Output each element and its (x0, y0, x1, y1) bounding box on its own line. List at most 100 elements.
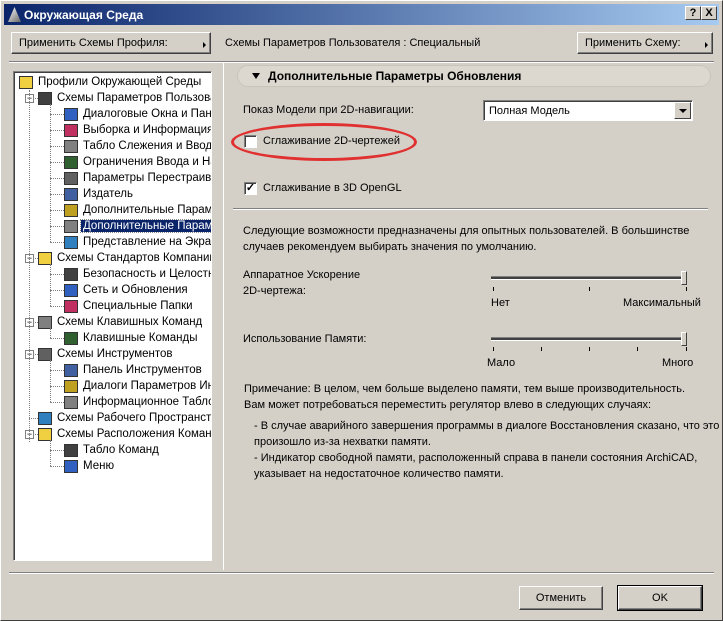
tree-connector (50, 226, 64, 227)
memory-note: Примечание: В целом, чем больше выделено… (244, 381, 719, 482)
environment-dialog: Окружающая Среда ? X Применить Схемы Про… (0, 0, 723, 621)
apply-scheme-button[interactable]: Применить Схему: (577, 32, 713, 54)
tree-item[interactable]: Представление на Экране (64, 234, 211, 250)
tree-item[interactable]: Клавишные Команды (64, 330, 200, 346)
tree-item-icon (64, 203, 78, 217)
tree-connector (50, 360, 51, 402)
tree-item[interactable]: Схемы Инструментов (38, 346, 175, 362)
apply-profile-label: Применить Схемы Профиля: (19, 37, 168, 49)
tree-item[interactable]: Табло Слежения и Ввод Ко (64, 138, 211, 154)
help-button[interactable]: ? (685, 6, 701, 20)
hw-accel-max-label: Максимальный (623, 297, 701, 309)
chevron-down-icon (678, 108, 687, 113)
tree-item[interactable]: Схемы Расположения Команд (38, 426, 211, 442)
tree-item[interactable]: Специальные Папки (64, 298, 195, 314)
tree-item-icon (64, 363, 78, 377)
model-display-select[interactable]: Полная Модель (483, 100, 693, 121)
tree-item-icon (64, 267, 78, 281)
hw-accel-label-line1: Аппаратное Ускорение (243, 269, 361, 281)
tree-item[interactable]: Безопасность и Целостнос (64, 266, 211, 282)
tree-connector (50, 306, 64, 307)
divider (9, 572, 714, 574)
tree-item-icon (64, 331, 78, 345)
tree-item[interactable]: Схемы Параметров Пользоват (38, 90, 211, 106)
tree-connector (50, 242, 64, 243)
tree-item[interactable]: Панель Инструментов (64, 362, 204, 378)
tree-item[interactable]: Дополнительные Параметр (64, 202, 211, 218)
cancel-button[interactable]: Отменить (519, 586, 603, 610)
tree-item-label: Ограничения Ввода и Напр (83, 156, 211, 168)
settings-tree[interactable]: Профили Окружающей Среды Схемы Параметров… (13, 71, 212, 561)
slider-tick (686, 287, 687, 291)
tree-item[interactable]: Схемы Стандартов Компании (38, 250, 212, 266)
note-line2: Вам может потребоваться переместить регу… (244, 399, 652, 411)
slider-tick (493, 287, 494, 291)
slider-tick (541, 347, 542, 351)
hw-accel-min-label: Нет (491, 297, 510, 309)
tree-item-label: Панель Инструментов (83, 364, 202, 376)
tree-item[interactable]: Табло Команд (64, 442, 161, 458)
tree-connector (50, 440, 51, 466)
ok-button[interactable]: OK (617, 585, 703, 611)
tree-item-icon (38, 91, 52, 105)
slider-tick (589, 287, 590, 291)
tree-connector (29, 90, 30, 442)
submenu-arrow-icon (705, 42, 708, 48)
memory-min-label: Мало (487, 357, 516, 369)
tree-item-icon (64, 299, 78, 313)
tree-item-icon (64, 123, 78, 137)
tree-item-label: Схемы Стандартов Компании (57, 252, 212, 264)
tree-item[interactable]: Дополнительные Параметр (64, 218, 211, 234)
tree-connector (50, 264, 51, 306)
model-display-label: Показ Модели при 2D-навигации: (243, 104, 414, 116)
hw-accel-slider-thumb[interactable] (681, 271, 687, 285)
tree-item-icon (64, 171, 78, 185)
tree-item-icon (64, 139, 78, 153)
tree-item-label: Выборка и Информация об (83, 124, 212, 136)
slider-tick (589, 347, 590, 351)
tree-connector (50, 450, 64, 451)
current-scheme-label: Схемы Параметров Пользователя : Специаль… (225, 37, 481, 49)
close-button[interactable]: X (701, 6, 717, 20)
note-bullet2-a: - Индикатор свободной памяти, расположен… (254, 452, 698, 464)
tree-item[interactable]: Схемы Рабочего Пространства (38, 410, 211, 426)
divider (233, 208, 708, 210)
tree-item[interactable]: Диалоговые Окна и Панел (64, 106, 211, 122)
tree-connector (50, 338, 64, 339)
tree-item-icon (64, 155, 78, 169)
note-bullet1-a: - В случае аварийного завершения програм… (254, 420, 720, 432)
tree-item-icon (38, 411, 52, 425)
tree-item[interactable]: Издатель (64, 186, 135, 202)
tree-connector (50, 104, 51, 242)
memory-slider-track[interactable] (491, 337, 687, 341)
tree-item-icon (64, 219, 78, 233)
note-line1: Примечание: В целом, чем больше выделено… (244, 383, 686, 395)
tree-item-label: Параметры Перестраивани (83, 172, 212, 184)
dropdown-button[interactable] (674, 102, 691, 119)
tree-item[interactable]: Диалоги Параметров Инстр (64, 378, 211, 394)
tree-item-icon (19, 75, 33, 89)
tree-item[interactable]: Ограничения Ввода и Напр (64, 154, 211, 170)
smoothing-3d-label[interactable]: Сглаживание в 3D OpenGL (263, 182, 402, 194)
tree-item-icon (64, 283, 78, 297)
apply-profile-button[interactable]: Применить Схемы Профиля: (11, 32, 211, 54)
tree-connector (50, 274, 64, 275)
smoothing-3d-checkbox[interactable]: ✓ (244, 182, 257, 195)
tree-item[interactable]: Профили Окружающей Среды (19, 74, 203, 90)
tree-connector (50, 210, 64, 211)
tree-item[interactable]: Меню (64, 458, 116, 474)
tree-item[interactable]: Выборка и Информация об (64, 122, 212, 138)
tree-item-icon (64, 235, 78, 249)
tree-item[interactable]: Сеть и Обновления (64, 282, 190, 298)
memory-slider-thumb[interactable] (681, 332, 687, 346)
tree-item[interactable]: Информационное Табло (64, 394, 211, 410)
tree-connector (50, 114, 64, 115)
tree-item-icon (64, 443, 78, 457)
memory-max-label: Много (662, 357, 694, 369)
section-header[interactable]: Дополнительные Параметры Обновления (237, 65, 711, 87)
tree-item[interactable]: Схемы Клавишных Команд (38, 314, 204, 330)
tree-item-icon (64, 107, 78, 121)
tree-item[interactable]: Параметры Перестраивани (64, 170, 212, 186)
hw-accel-slider-track[interactable] (491, 276, 687, 280)
tree-connector (50, 194, 64, 195)
